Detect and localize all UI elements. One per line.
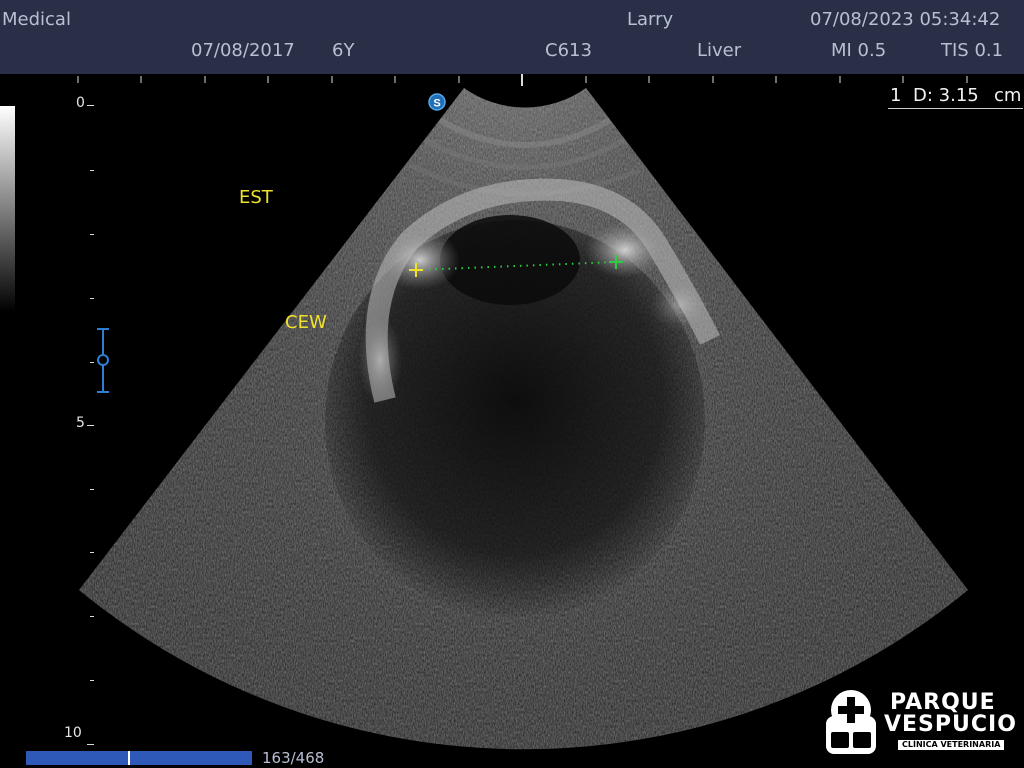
lateral-scale xyxy=(77,74,968,86)
depth-tick xyxy=(87,425,94,426)
probe-orientation-icon: S xyxy=(428,93,446,111)
depth-label-0: 0 xyxy=(76,95,85,111)
logo-line-3: CLÍNICA VETERINARIA xyxy=(898,740,1005,750)
annotation-cew[interactable]: CEW xyxy=(285,314,327,332)
sector-image xyxy=(79,88,968,750)
depth-tick xyxy=(90,298,94,299)
measurement-index: 1 xyxy=(890,85,902,106)
grayscale-map-bar xyxy=(0,106,15,312)
focus-marker-icon[interactable] xyxy=(97,328,109,393)
cine-frame-counter: 163/468 xyxy=(262,749,325,767)
measurement-unit: cm xyxy=(994,85,1022,106)
depth-tick xyxy=(90,170,94,171)
measurement-result: 1 D: 3.15 cm xyxy=(888,86,1023,109)
clinic-logo: PARQUE VESPUCIO CLÍNICA VETERINARIA xyxy=(820,688,1020,758)
depth-tick xyxy=(90,362,94,363)
depth-tick xyxy=(90,680,94,681)
ultrasound-image[interactable]: S xyxy=(0,0,1024,768)
depth-tick xyxy=(90,234,94,235)
measurement-distance: D: 3.15 xyxy=(913,85,979,106)
depth-tick xyxy=(90,616,94,617)
logo-line-2: VESPUCIO xyxy=(884,712,1017,737)
cine-position-marker[interactable] xyxy=(128,751,130,765)
logo-line-1: PARQUE xyxy=(890,690,996,715)
depth-tick xyxy=(87,744,94,745)
depth-label-5: 5 xyxy=(76,415,85,431)
cine-scrollbar[interactable] xyxy=(26,751,252,765)
clinic-logo-mark xyxy=(826,690,876,754)
annotation-est[interactable]: EST xyxy=(239,189,273,207)
depth-label-10: 10 xyxy=(64,725,82,741)
depth-tick xyxy=(87,105,94,106)
depth-tick xyxy=(90,489,94,490)
depth-tick xyxy=(90,552,94,553)
svg-text:S: S xyxy=(433,98,440,110)
